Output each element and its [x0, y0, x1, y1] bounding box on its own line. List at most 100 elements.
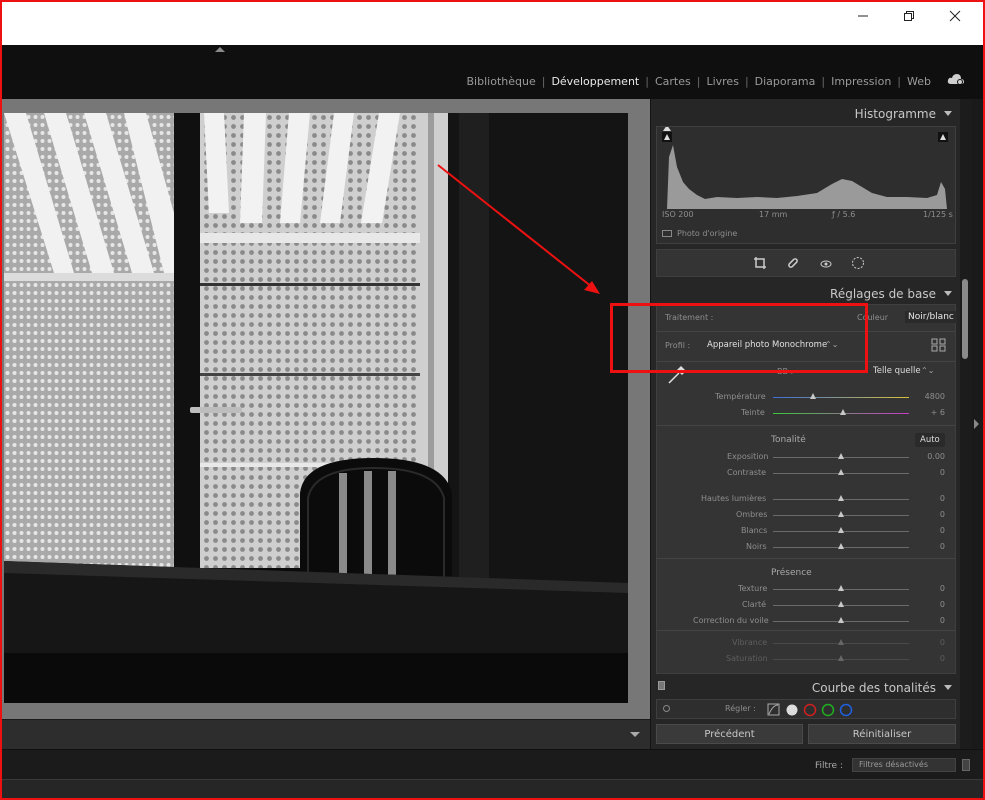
whites-thumb[interactable]: [838, 527, 844, 533]
tint-value[interactable]: + 6: [915, 408, 945, 417]
module-print[interactable]: Impression: [825, 75, 897, 88]
panel-scrollbar[interactable]: [960, 99, 972, 749]
module-bar: Bibliothèque | Développement | Cartes | Liv…: [2, 45, 983, 99]
tone-curve-box: Régler :: [656, 699, 956, 719]
aperture-value: ƒ / 5.6: [832, 210, 856, 219]
photo-canvas: [2, 99, 650, 719]
blacks-thumb[interactable]: [838, 543, 844, 549]
scrollbar-thumb[interactable]: [962, 279, 968, 359]
expand-right-panel-icon[interactable]: [974, 419, 979, 429]
right-panel: Histogramme ISO 200 17 mm ƒ / 5.6 1/125 …: [650, 99, 960, 749]
dehaze-thumb[interactable]: [838, 617, 844, 623]
dehaze-value[interactable]: 0: [915, 616, 945, 625]
profile-browser-icon[interactable]: [931, 338, 947, 352]
curve-channels: [767, 703, 853, 717]
shadows-value[interactable]: 0: [915, 510, 945, 519]
filmstrip-bar: Filtre : Filtres désactivés: [2, 749, 983, 779]
title-bar: [2, 2, 983, 45]
cloud-sync-icon[interactable]: [947, 72, 965, 86]
mask-icon[interactable]: [851, 256, 865, 270]
highlights-label: Hautes lumières: [701, 494, 767, 503]
treatment-bw-option[interactable]: Noir/blanc: [905, 311, 957, 323]
clarity-label: Clarté: [742, 600, 767, 609]
iso-value: ISO 200: [662, 210, 694, 219]
saturation-thumb: [838, 655, 844, 661]
temperature-thumb[interactable]: [810, 393, 816, 399]
main-photo[interactable]: [4, 113, 628, 703]
tint-thumb[interactable]: [840, 409, 846, 415]
module-book[interactable]: Livres: [700, 75, 744, 88]
shadows-thumb[interactable]: [838, 511, 844, 517]
module-picker: Bibliothèque | Développement | Cartes | Liv…: [461, 75, 937, 88]
toolbar-menu-icon[interactable]: [630, 732, 640, 737]
adjust-label: Régler :: [725, 704, 756, 713]
saturation-value: 0: [939, 654, 945, 663]
red-curve-icon[interactable]: [803, 703, 817, 717]
highlights-value[interactable]: 0: [915, 494, 945, 503]
vibrance-label: Vibrance: [732, 638, 768, 647]
contrast-value[interactable]: 0: [915, 468, 945, 477]
dehaze-label: Correction du voile: [693, 616, 769, 625]
reset-button[interactable]: Réinitialiser: [808, 724, 956, 744]
vibrance-thumb: [838, 639, 844, 645]
previous-button[interactable]: Précédent: [656, 724, 803, 744]
original-photo-checkbox[interactable]: [662, 230, 672, 237]
texture-value[interactable]: 0: [915, 584, 945, 593]
texture-thumb[interactable]: [838, 585, 844, 591]
original-photo-label: Photo d'origine: [677, 229, 738, 238]
contrast-thumb[interactable]: [838, 469, 844, 475]
temperature-value[interactable]: 4800: [915, 392, 945, 401]
crop-icon[interactable]: [753, 256, 767, 270]
highlights-thumb[interactable]: [838, 495, 844, 501]
exposure-value[interactable]: 0.00: [915, 452, 945, 461]
toolbar-strip: [2, 719, 650, 749]
filter-select[interactable]: Filtres désactivés: [852, 758, 956, 772]
target-adjust-icon[interactable]: [663, 705, 670, 712]
histogram-graph: [662, 127, 950, 209]
redeye-icon[interactable]: [819, 256, 833, 270]
shutter-speed: 1/125 s: [923, 210, 953, 219]
clarity-value[interactable]: 0: [915, 600, 945, 609]
histogram-header[interactable]: Histogramme: [656, 101, 956, 127]
vibrance-value: 0: [939, 638, 945, 647]
blacks-value[interactable]: 0: [915, 542, 945, 551]
shadows-label: Ombres: [736, 510, 768, 519]
wb-chevron-icon: ⌃⌄: [921, 366, 935, 375]
filter-label: Filtre :: [815, 761, 843, 771]
tone-section-title: Tonalité: [771, 435, 806, 445]
module-map[interactable]: Cartes: [649, 75, 697, 88]
annotation-highlight-box: [610, 303, 868, 373]
contrast-label: Contraste: [727, 468, 767, 477]
restore-icon[interactable]: [886, 2, 932, 30]
blue-curve-icon[interactable]: [839, 703, 853, 717]
panel-switch-icon[interactable]: [658, 681, 665, 690]
green-curve-icon[interactable]: [821, 703, 835, 717]
filter-select-value: Filtres désactivés: [859, 760, 928, 769]
minimize-icon[interactable]: [840, 2, 886, 30]
heal-icon[interactable]: [786, 256, 800, 270]
close-icon[interactable]: [932, 2, 978, 30]
filter-lock-icon[interactable]: [962, 759, 970, 771]
exposure-label: Exposition: [727, 452, 769, 461]
auto-button[interactable]: Auto: [915, 433, 945, 447]
blacks-label: Noirs: [746, 542, 767, 551]
filmstrip: [2, 779, 983, 798]
focal-length: 17 mm: [759, 210, 788, 219]
module-web[interactable]: Web: [901, 75, 937, 88]
temperature-label: Température: [715, 392, 766, 401]
presence-section-title: Présence: [771, 568, 812, 578]
whites-label: Blancs: [741, 526, 768, 535]
module-slideshow[interactable]: Diaporama: [749, 75, 822, 88]
rgb-curve-icon[interactable]: [786, 704, 798, 716]
wb-select[interactable]: Telle quelle: [873, 366, 921, 376]
clarity-thumb[interactable]: [838, 601, 844, 607]
right-edge: [972, 99, 983, 749]
temperature-slider[interactable]: [773, 397, 909, 398]
exposure-thumb[interactable]: [838, 453, 844, 459]
whites-value[interactable]: 0: [915, 526, 945, 535]
tone-curve-header[interactable]: Courbe des tonalités: [656, 675, 956, 701]
module-develop[interactable]: Développement: [545, 75, 645, 88]
module-library[interactable]: Bibliothèque: [461, 75, 542, 88]
collapse-top-panel-icon[interactable]: [215, 47, 225, 52]
tool-strip: [656, 249, 956, 277]
